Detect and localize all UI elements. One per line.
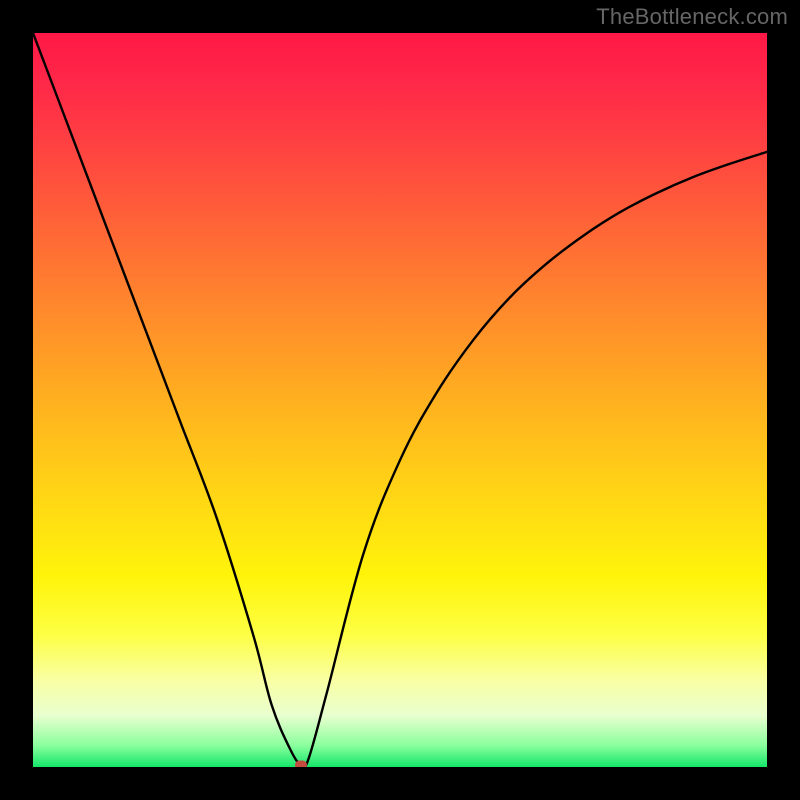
watermark-text: TheBottleneck.com	[596, 4, 788, 30]
bottleneck-curve	[33, 33, 767, 767]
chart-container: TheBottleneck.com	[0, 0, 800, 800]
curve-svg	[33, 33, 767, 767]
plot-area	[33, 33, 767, 767]
minimum-marker	[295, 760, 307, 767]
